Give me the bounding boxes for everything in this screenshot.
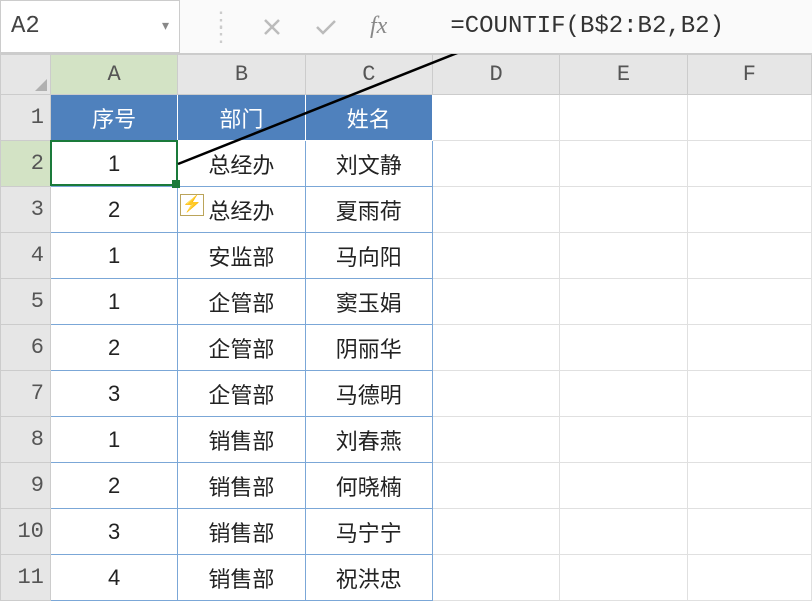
lightning-icon: ⚡: [182, 197, 202, 213]
cell-F3[interactable]: [687, 187, 811, 233]
chevron-down-icon[interactable]: ▾: [162, 18, 169, 35]
formula-bar: A2 ▾ ⋮⋮ fx =COUNTIF(B$2:B2,B2): [0, 0, 812, 54]
row-header-8[interactable]: 8: [1, 417, 51, 463]
column-header-D[interactable]: D: [432, 55, 559, 95]
row-header-6[interactable]: 6: [1, 325, 51, 371]
cell-C11[interactable]: 祝洪忠: [305, 555, 432, 601]
cell-C3[interactable]: 夏雨荷: [305, 187, 432, 233]
name-box[interactable]: A2 ▾: [0, 0, 180, 53]
row-header-4[interactable]: 4: [1, 233, 51, 279]
cell-C9[interactable]: 何晓楠: [305, 463, 432, 509]
fx-icon[interactable]: fx: [370, 13, 402, 40]
name-box-value: A2: [11, 13, 40, 40]
cell-A1[interactable]: 序号: [50, 95, 177, 141]
formula-bar-controls: ⋮⋮ fx: [180, 0, 432, 53]
formula-text: =COUNTIF(B$2:B2,B2): [450, 13, 724, 40]
cell-D8[interactable]: [432, 417, 559, 463]
cell-C8[interactable]: 刘春燕: [305, 417, 432, 463]
column-header-C[interactable]: C: [305, 55, 432, 95]
cell-F2[interactable]: [687, 141, 811, 187]
cell-E9[interactable]: [560, 463, 687, 509]
cell-A2[interactable]: 1: [50, 141, 177, 187]
spreadsheet-grid[interactable]: A B C D E F 1序号部门姓名21总经办刘文静32总经办夏雨荷41安监部…: [0, 54, 812, 601]
cell-E1[interactable]: [560, 95, 687, 141]
cell-A6[interactable]: 2: [50, 325, 177, 371]
column-header-A[interactable]: A: [50, 55, 177, 95]
cell-D3[interactable]: [432, 187, 559, 233]
cell-F7[interactable]: [687, 371, 811, 417]
cancel-icon[interactable]: [262, 17, 282, 37]
cell-D4[interactable]: [432, 233, 559, 279]
cell-B2[interactable]: 总经办: [178, 141, 305, 187]
cell-D10[interactable]: [432, 509, 559, 555]
cell-C2[interactable]: 刘文静: [305, 141, 432, 187]
cell-C10[interactable]: 马宁宁: [305, 509, 432, 555]
cell-C4[interactable]: 马向阳: [305, 233, 432, 279]
confirm-icon[interactable]: [314, 17, 338, 37]
cell-A9[interactable]: 2: [50, 463, 177, 509]
cell-A3[interactable]: 2: [50, 187, 177, 233]
formula-input[interactable]: =COUNTIF(B$2:B2,B2): [432, 0, 812, 53]
cell-A4[interactable]: 1: [50, 233, 177, 279]
cell-E10[interactable]: [560, 509, 687, 555]
cell-A11[interactable]: 4: [50, 555, 177, 601]
cell-B10[interactable]: 销售部: [178, 509, 305, 555]
cell-D9[interactable]: [432, 463, 559, 509]
cell-D2[interactable]: [432, 141, 559, 187]
cell-E6[interactable]: [560, 325, 687, 371]
cell-D6[interactable]: [432, 325, 559, 371]
cell-B5[interactable]: 企管部: [178, 279, 305, 325]
cell-E7[interactable]: [560, 371, 687, 417]
cell-A5[interactable]: 1: [50, 279, 177, 325]
cell-C6[interactable]: 阴丽华: [305, 325, 432, 371]
cell-A10[interactable]: 3: [50, 509, 177, 555]
cell-D11[interactable]: [432, 555, 559, 601]
cell-E11[interactable]: [560, 555, 687, 601]
cell-B8[interactable]: 销售部: [178, 417, 305, 463]
row-header-7[interactable]: 7: [1, 371, 51, 417]
divider-icon: ⋮⋮: [210, 13, 230, 39]
autofill-options-button[interactable]: ⚡: [180, 194, 204, 216]
select-all-corner[interactable]: [1, 55, 51, 95]
cell-F5[interactable]: [687, 279, 811, 325]
column-header-B[interactable]: B: [178, 55, 305, 95]
cell-B7[interactable]: 企管部: [178, 371, 305, 417]
cell-E5[interactable]: [560, 279, 687, 325]
cell-C5[interactable]: 窦玉娟: [305, 279, 432, 325]
cell-E2[interactable]: [560, 141, 687, 187]
row-header-5[interactable]: 5: [1, 279, 51, 325]
cell-E3[interactable]: [560, 187, 687, 233]
row-header-1[interactable]: 1: [1, 95, 51, 141]
row-header-10[interactable]: 10: [1, 509, 51, 555]
column-header-E[interactable]: E: [560, 55, 687, 95]
cell-B6[interactable]: 企管部: [178, 325, 305, 371]
cell-B11[interactable]: 销售部: [178, 555, 305, 601]
cell-F8[interactable]: [687, 417, 811, 463]
cell-B9[interactable]: 销售部: [178, 463, 305, 509]
row-header-2[interactable]: 2: [1, 141, 51, 187]
cell-E8[interactable]: [560, 417, 687, 463]
row-header-11[interactable]: 11: [1, 555, 51, 601]
cell-C1[interactable]: 姓名: [305, 95, 432, 141]
row-header-9[interactable]: 9: [1, 463, 51, 509]
cell-B1[interactable]: 部门: [178, 95, 305, 141]
cell-A8[interactable]: 1: [50, 417, 177, 463]
cell-F4[interactable]: [687, 233, 811, 279]
cell-D5[interactable]: [432, 279, 559, 325]
cell-D1[interactable]: [432, 95, 559, 141]
cell-B4[interactable]: 安监部: [178, 233, 305, 279]
cell-F9[interactable]: [687, 463, 811, 509]
cell-F10[interactable]: [687, 509, 811, 555]
cell-F6[interactable]: [687, 325, 811, 371]
cell-E4[interactable]: [560, 233, 687, 279]
cell-F1[interactable]: [687, 95, 811, 141]
cell-A7[interactable]: 3: [50, 371, 177, 417]
row-header-3[interactable]: 3: [1, 187, 51, 233]
cell-D7[interactable]: [432, 371, 559, 417]
cell-F11[interactable]: [687, 555, 811, 601]
column-header-F[interactable]: F: [687, 55, 811, 95]
cell-C7[interactable]: 马德明: [305, 371, 432, 417]
